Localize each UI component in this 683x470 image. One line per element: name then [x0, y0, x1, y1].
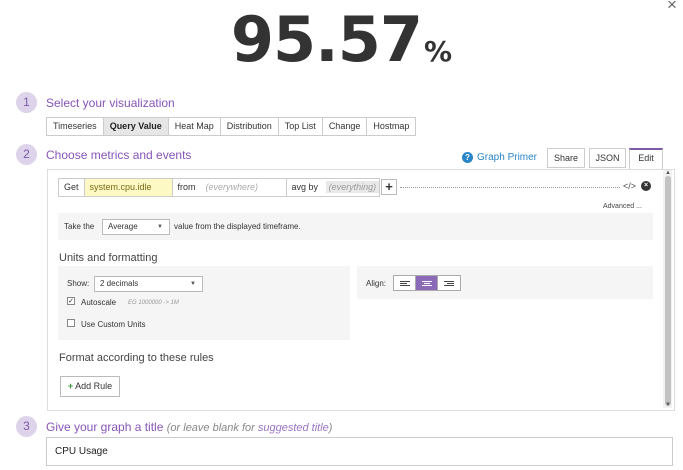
step-2-number: 2: [16, 144, 37, 165]
title-hint-suffix: ): [328, 422, 333, 434]
query-get-label: Get: [59, 179, 85, 196]
query-value-number: 95.57: [230, 3, 423, 76]
step-3-title-text: Give your graph a title: [46, 420, 164, 434]
group-by-placeholder: (everything): [325, 181, 380, 193]
from-label: from: [177, 182, 196, 192]
step-3-number: 3: [16, 416, 37, 437]
aggregator-field[interactable]: avg by (everything): [287, 179, 380, 196]
graph-primer-link[interactable]: ? Graph Primer: [462, 152, 537, 163]
align-button-group: [393, 275, 461, 291]
viz-tab-distribution[interactable]: Distribution: [221, 118, 279, 135]
viz-tab-change[interactable]: Change: [323, 118, 368, 135]
custom-units-checkbox[interactable]: [67, 319, 75, 327]
share-tab[interactable]: Share: [547, 148, 585, 168]
add-rule-label: Add Rule: [75, 381, 113, 391]
from-scope-field[interactable]: from (everywhere): [173, 179, 287, 196]
step-2-title: Choose metrics and events: [46, 148, 192, 162]
viz-tab-query-value[interactable]: Query Value: [103, 118, 169, 135]
scroll-down-icon[interactable]: ▼: [664, 402, 672, 408]
aggregation-select-value: Average: [108, 222, 138, 231]
decimals-select[interactable]: 2 decimals ▼: [94, 276, 203, 292]
align-label: Align:: [366, 279, 387, 288]
from-placeholder: (everywhere): [205, 182, 259, 192]
rules-section-title: Format according to these rules: [59, 352, 214, 364]
plus-icon: +: [67, 381, 74, 391]
help-icon: ?: [462, 152, 473, 163]
aggregation-select[interactable]: Average ▼: [102, 219, 170, 235]
editor-scrollbar-thumb[interactable]: [665, 176, 671, 406]
viz-tab-top-list[interactable]: Top List: [279, 118, 323, 135]
graph-title-input[interactable]: [46, 437, 673, 466]
autoscale-label: Autoscale: [81, 298, 117, 307]
graph-primer-label: Graph Primer: [477, 152, 538, 163]
aggregator-label: avg by: [291, 182, 319, 192]
custom-units-label: Use Custom Units: [81, 320, 146, 329]
remove-query-icon[interactable]: ×: [641, 181, 651, 191]
viz-tab-heat-map[interactable]: Heat Map: [169, 118, 221, 135]
align-right-icon[interactable]: [438, 276, 460, 290]
chevron-down-icon: ▼: [190, 281, 196, 287]
chevron-down-icon: ▼: [157, 224, 163, 230]
json-tab[interactable]: JSON: [589, 148, 626, 168]
autoscale-checkbox[interactable]: ✓: [67, 297, 75, 305]
query-value-display: 95.57%: [0, 3, 683, 76]
metric-query-row: Get system.cpu.idle from (everywhere) av…: [58, 178, 380, 197]
query-value-unit: %: [424, 35, 453, 68]
decimals-select-value: 2 decimals: [100, 279, 139, 288]
show-label: Show:: [67, 279, 90, 288]
code-icon[interactable]: </>: [623, 181, 636, 191]
title-hint-prefix: (or leave blank for: [166, 422, 258, 434]
aggregation-suffix: value from the displayed timeframe.: [174, 222, 301, 231]
scroll-up-icon[interactable]: ▲: [664, 170, 672, 176]
query-dotted-connector: [400, 187, 620, 188]
suggested-title-link[interactable]: suggested title: [258, 422, 329, 434]
autoscale-example: EG 1000000 -> 1M: [128, 300, 179, 306]
aggregation-prefix: Take the: [64, 222, 95, 231]
align-left-icon[interactable]: [394, 276, 416, 290]
add-function-button[interactable]: +: [381, 179, 397, 195]
title-hint: (or leave blank for suggested title): [167, 422, 333, 434]
units-section-title: Units and formatting: [59, 252, 158, 264]
visualization-tabs: Timeseries Query Value Heat Map Distribu…: [46, 117, 417, 136]
step-1-title: Select your visualization: [46, 96, 175, 110]
advanced-link[interactable]: Advanced ...: [603, 203, 642, 210]
add-rule-button[interactable]: + Add Rule: [60, 376, 120, 397]
viz-tab-hostmap[interactable]: Hostmap: [367, 118, 415, 135]
step-3-title: Give your graph a title (or leave blank …: [46, 420, 332, 434]
step-1-number: 1: [16, 92, 37, 113]
metric-selector[interactable]: system.cpu.idle: [84, 179, 173, 196]
edit-tab[interactable]: Edit: [629, 148, 663, 170]
viz-tab-timeseries[interactable]: Timeseries: [47, 118, 104, 135]
align-center-icon[interactable]: [416, 276, 438, 290]
